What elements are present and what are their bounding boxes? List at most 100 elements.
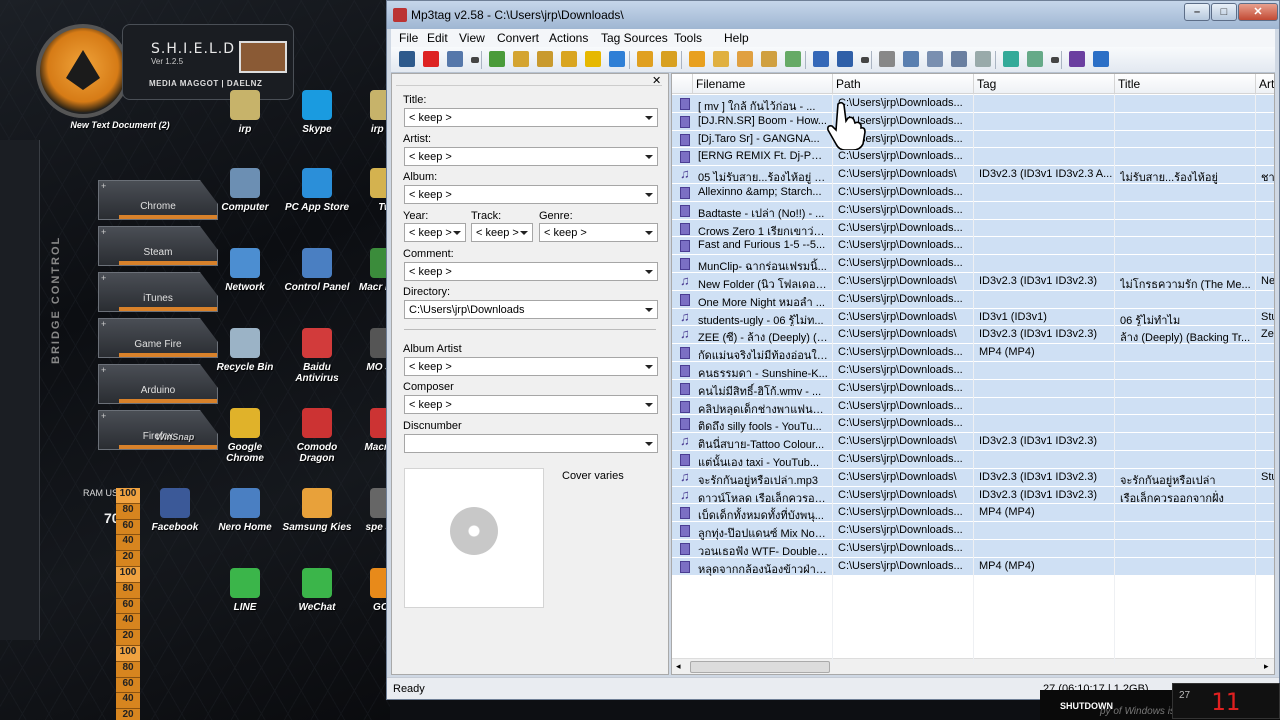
scroll-right-icon[interactable]: ▸	[1264, 661, 1269, 672]
desktop-icon-baidu-antivirus[interactable]: Baidu Antivirus	[282, 328, 352, 384]
dock-item-chrome[interactable]: + Chrome	[98, 180, 218, 220]
desktop-icon-google-chrome[interactable]: Google Chrome	[210, 408, 280, 464]
scrollbar-thumb[interactable]	[690, 661, 830, 673]
actions-dropdown-icon[interactable]	[861, 57, 869, 63]
close-panel-icon[interactable]: ✕	[652, 74, 661, 87]
tag-filename-icon[interactable]	[689, 51, 705, 67]
desktop-icon-computer[interactable]: Computer	[210, 168, 280, 213]
column-separator[interactable]	[832, 74, 833, 94]
dock-item-firefox[interactable]: + Firefox	[98, 410, 218, 450]
menu-tools[interactable]: Tools	[674, 31, 702, 45]
dock-item-arduino[interactable]: + Arduino	[98, 364, 218, 404]
desktop-icon-macr-drear[interactable]: Macr Drear	[350, 248, 390, 293]
desktop-icon-gom[interactable]: GOM	[350, 568, 390, 613]
filename-tag-icon[interactable]	[713, 51, 729, 67]
new-text-document-label[interactable]: New Text Document (2)	[70, 120, 170, 130]
undo-icon[interactable]	[447, 51, 463, 67]
text-tag-icon[interactable]	[737, 51, 753, 67]
column-header-title[interactable]: Title	[1118, 77, 1140, 91]
dock-item-game-fire[interactable]: + Game Fire	[98, 318, 218, 358]
column-header-tag[interactable]: Tag	[977, 77, 996, 91]
column-separator[interactable]	[973, 74, 974, 94]
desktop-icon-facebook[interactable]: Facebook	[140, 488, 210, 533]
refresh-icon[interactable]	[609, 51, 625, 67]
add-folder-icon[interactable]	[513, 51, 529, 67]
open-folder-icon[interactable]	[537, 51, 553, 67]
tools-icon[interactable]	[1027, 51, 1043, 67]
year-field[interactable]: < keep >	[404, 223, 466, 242]
remove-tag-icon[interactable]	[423, 51, 439, 67]
genre-field[interactable]: < keep >	[539, 223, 658, 242]
discnumber-field[interactable]	[404, 434, 658, 453]
column-header-path[interactable]: Path	[836, 77, 861, 91]
album-artist-field[interactable]: < keep >	[404, 357, 658, 376]
menu-actions[interactable]: Actions	[549, 31, 588, 45]
numbering-icon[interactable]	[951, 51, 967, 67]
desktop-icon-samsung-kies[interactable]: Samsung Kies	[282, 488, 352, 533]
column-separator[interactable]	[692, 74, 693, 94]
desktop-icon-tw[interactable]: Tw	[350, 168, 390, 213]
desktop-icon-macr-flo[interactable]: Macr Flo	[350, 408, 390, 453]
track-field[interactable]: < keep >	[471, 223, 533, 242]
menu-tag-sources[interactable]: Tag Sources	[601, 31, 668, 45]
column-separator[interactable]	[1255, 74, 1256, 94]
undo-dropdown-icon[interactable]	[471, 57, 479, 63]
web-sources-icon[interactable]	[1003, 51, 1019, 67]
tools-dropdown-icon[interactable]	[1051, 57, 1059, 63]
case-conversion-icon[interactable]	[837, 51, 853, 67]
cell-tag: ID3v1 (ID3v1)	[979, 310, 1047, 323]
edit-text-icon[interactable]	[879, 51, 895, 67]
column-separator[interactable]	[1114, 74, 1115, 94]
copy-tag-icon[interactable]	[637, 51, 653, 67]
desktop-icon-irp-s[interactable]: irp - S	[350, 90, 390, 135]
dock-item-itunes[interactable]: + iTunes	[98, 272, 218, 312]
artist-field[interactable]: < keep >	[404, 147, 658, 166]
desktop-icon-line[interactable]: LINE	[210, 568, 280, 613]
tag-tag-icon[interactable]	[761, 51, 777, 67]
paste-tag-icon[interactable]	[661, 51, 677, 67]
menu-convert[interactable]: Convert	[497, 31, 539, 45]
desktop-icon-irp[interactable]: irp	[210, 90, 280, 135]
maximize-button[interactable]: □	[1211, 3, 1237, 21]
dock-item-steam[interactable]: + Steam	[98, 226, 218, 266]
add-directory-icon[interactable]	[489, 51, 505, 67]
export-icon[interactable]	[903, 51, 919, 67]
close-button[interactable]: ✕	[1238, 3, 1278, 21]
winsnap-label[interactable]: WinSnap	[140, 432, 210, 442]
album-field[interactable]: < keep >	[404, 185, 658, 204]
desktop-icon-pc-app-store[interactable]: PC App Store	[282, 168, 352, 213]
minimize-button[interactable]: –	[1184, 3, 1210, 21]
column-header-art[interactable]: Art	[1259, 77, 1274, 91]
desktop-icon-spe-sho[interactable]: spe Sho	[350, 488, 390, 533]
desktop-icon-nero-home[interactable]: Nero Home	[210, 488, 280, 533]
help-icon[interactable]	[1093, 51, 1109, 67]
directory-field[interactable]: C:\Users\jrp\Downloads	[404, 300, 658, 319]
desktop-icon-skype[interactable]: Skype	[282, 90, 352, 135]
desktop-icon-recycle-bin[interactable]: Recycle Bin	[210, 328, 280, 373]
apple-app-icon[interactable]	[239, 41, 287, 73]
playlist-icon[interactable]	[927, 51, 943, 67]
title-field[interactable]: < keep >	[404, 108, 658, 127]
comment-field[interactable]: < keep >	[404, 262, 658, 281]
title-bar[interactable]: Mp3tag v2.58 - C:\Users\jrp\Downloads\ –…	[387, 1, 1279, 29]
desktop-icon-control-panel[interactable]: Control Panel	[282, 248, 352, 293]
desktop-icon-network[interactable]: Network	[210, 248, 280, 293]
desktop-icon-comodo-dragon[interactable]: Comodo Dragon	[282, 408, 352, 464]
menu-help[interactable]: Help	[724, 31, 749, 45]
column-header-filename[interactable]: Filename	[696, 77, 745, 91]
options-icon[interactable]	[1069, 51, 1085, 67]
desktop-icon-mo-she[interactable]: MO She	[350, 328, 390, 373]
menu-view[interactable]: View	[459, 31, 485, 45]
tag-sources-icon[interactable]	[785, 51, 801, 67]
save-icon[interactable]	[399, 51, 415, 67]
convert-icon[interactable]	[813, 51, 829, 67]
desktop-icon-wechat[interactable]: WeChat	[282, 568, 352, 613]
scroll-left-icon[interactable]: ◂	[676, 661, 681, 672]
menu-edit[interactable]: Edit	[427, 31, 448, 45]
favorites-icon[interactable]	[561, 51, 577, 67]
star-icon[interactable]	[585, 51, 601, 67]
composer-field[interactable]: < keep >	[404, 395, 658, 414]
menu-file[interactable]: File	[399, 31, 418, 45]
extended-tags-icon[interactable]	[975, 51, 991, 67]
cover-art-area[interactable]	[404, 468, 544, 608]
